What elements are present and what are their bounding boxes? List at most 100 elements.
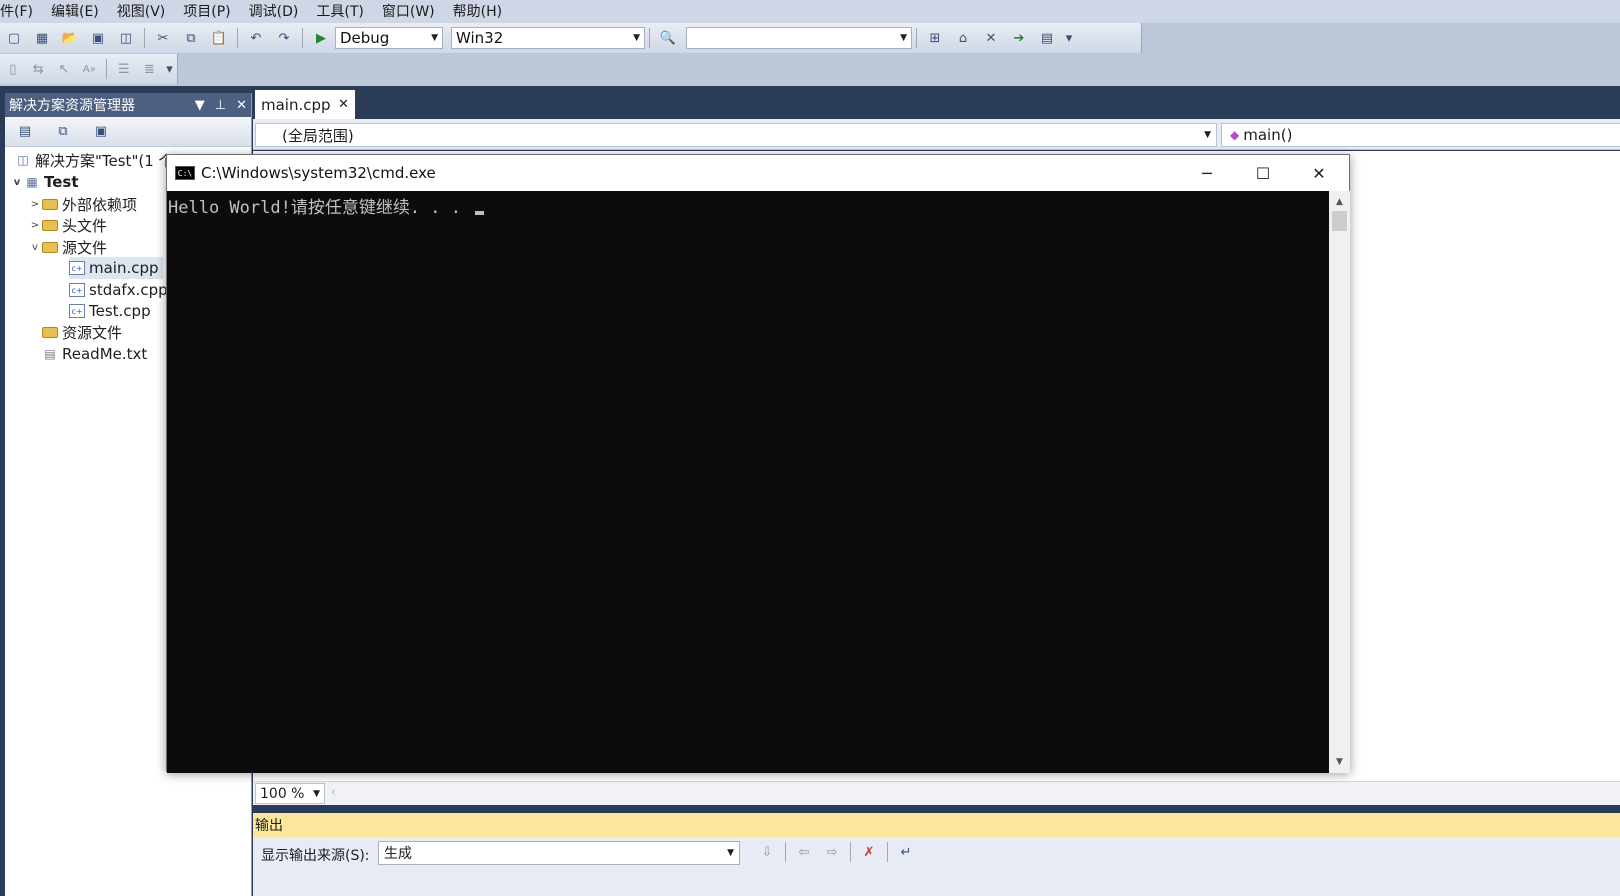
platform-select[interactable]: Win32 ▼ xyxy=(451,27,645,49)
solution-explorer-icon[interactable]: ⊞ xyxy=(924,27,946,49)
expand-icon[interactable]: > xyxy=(28,220,42,231)
editor-tab-strip: main.cpp ✕ xyxy=(253,86,1620,119)
chevron-down-icon: ▼ xyxy=(900,33,907,43)
output-source-select[interactable]: 生成 ▼ xyxy=(378,841,740,865)
zoom-select[interactable]: 100 % ▼ xyxy=(255,783,325,804)
minimize-button[interactable]: ─ xyxy=(1179,155,1235,191)
cpp-file-icon: c+ xyxy=(69,283,85,297)
save-icon[interactable]: ▣ xyxy=(87,27,109,49)
cmd-title-bar[interactable]: C:\ C:\Windows\system32\cmd.exe ─ ☐ ✕ xyxy=(167,155,1349,191)
cut-icon[interactable]: ✂ xyxy=(152,27,174,49)
tree-item-sources[interactable]: v 源文件 xyxy=(28,236,107,258)
navigation-bar: (全局范围) ▼ ◆ main() xyxy=(253,119,1620,150)
comment-icon[interactable]: ≣ xyxy=(140,58,160,80)
display-object-info-icon[interactable]: ▯ xyxy=(3,58,23,80)
add-item-icon[interactable]: ▦ xyxy=(31,27,53,49)
console-line: Hello World!请按任意键继续. . . xyxy=(168,193,485,218)
new-project-icon[interactable]: ▢ xyxy=(3,27,25,49)
tree-item-readme[interactable]: ▤ ReadMe.txt xyxy=(42,343,147,365)
text-file-icon: ▤ xyxy=(44,347,56,361)
refresh-icon[interactable]: ⧉ xyxy=(52,121,74,143)
console-scrollbar[interactable]: ▲ ▼ xyxy=(1329,191,1350,773)
complete-word-icon[interactable]: A» xyxy=(80,58,100,80)
output-toolbar: 显示输出来源(S): 生成 ▼ ⇩ ⇦ ⇨ ✗ ↵ xyxy=(253,837,1620,896)
toolbar-overflow-icon[interactable]: ▾ xyxy=(165,58,174,80)
chevron-down-icon: ▼ xyxy=(313,788,320,799)
properties-icon[interactable]: ▣ xyxy=(90,121,112,143)
find-combo[interactable]: ▼ xyxy=(686,27,912,49)
properties-icon[interactable]: ⌂ xyxy=(952,27,974,49)
tab-label: main.cpp xyxy=(261,95,331,114)
collapse-icon[interactable]: v xyxy=(10,177,24,188)
menu-bar: 件(F) 编辑(E) 视图(V) 项目(P) 调试(D) 工具(T) 窗口(W)… xyxy=(0,0,1620,23)
console-output[interactable]: Hello World!请按任意键继续. . . xyxy=(167,191,1329,773)
tree-item-stdafx-cpp[interactable]: c+ stdafx.cpp xyxy=(69,279,168,301)
menu-view[interactable]: 视图(V) xyxy=(111,1,184,23)
tree-item-main-cpp[interactable]: c+ main.cpp xyxy=(69,257,163,279)
class-view-icon[interactable]: ▤ xyxy=(1036,27,1058,49)
scrollbar-thumb[interactable] xyxy=(1332,211,1347,231)
previous-message-icon[interactable]: ⇦ xyxy=(793,841,815,863)
menu-file[interactable]: 件(F) xyxy=(0,1,51,23)
editor-status-bar: 100 % ▼ ‹ xyxy=(253,781,1620,805)
tree-project[interactable]: v ▦ Test xyxy=(10,171,79,193)
indent-icon[interactable]: ☰ xyxy=(114,58,134,80)
maximize-button[interactable]: ☐ xyxy=(1235,155,1291,191)
pin-icon[interactable]: ⊥ xyxy=(215,98,226,113)
next-message-icon[interactable]: ⇨ xyxy=(821,841,843,863)
quick-info-icon[interactable]: ↖ xyxy=(54,58,74,80)
output-title: 输出 xyxy=(255,818,283,834)
menu-window[interactable]: 窗口(W) xyxy=(376,1,453,23)
clear-all-icon[interactable]: ✗ xyxy=(858,841,880,863)
menu-debug[interactable]: 调试(D) xyxy=(243,1,317,23)
output-panel-header: 输出 xyxy=(253,813,1620,837)
redo-icon[interactable]: ↷ xyxy=(273,27,295,49)
save-all-icon[interactable]: ◫ xyxy=(115,27,137,49)
scroll-down-icon[interactable]: ▼ xyxy=(1329,753,1350,771)
close-icon[interactable]: ✕ xyxy=(338,97,349,112)
text-editor-toolbar: ▯ ⇆ ↖ A» ☰ ≣ ▾ xyxy=(0,54,178,84)
close-icon[interactable]: ✕ xyxy=(236,98,247,113)
find-in-files-icon[interactable]: 🔍 xyxy=(657,27,679,49)
solution-explorer-header: 解决方案资源管理器 ▼ ⊥ ✕ xyxy=(5,93,251,117)
tree-item-resources[interactable]: 资源文件 xyxy=(42,321,122,343)
tree-item-test-cpp[interactable]: c+ Test.cpp xyxy=(69,300,151,322)
member-dropdown[interactable]: ◆ main() xyxy=(1221,123,1620,147)
toolbar-separator xyxy=(237,28,238,48)
goto-next-message-icon[interactable]: ⇩ xyxy=(756,841,778,863)
config-select[interactable]: Debug ▼ xyxy=(335,27,443,49)
toolbar-overflow-icon[interactable]: ▾ xyxy=(1064,27,1074,49)
open-file-icon[interactable]: 📂 xyxy=(59,27,81,49)
close-button[interactable]: ✕ xyxy=(1291,155,1347,191)
menu-help[interactable]: 帮助(H) xyxy=(447,1,520,23)
folder-icon xyxy=(42,198,58,210)
folder-icon xyxy=(42,326,58,338)
collapse-icon[interactable]: v xyxy=(28,242,42,253)
panel-buttons: ▼ ⊥ ✕ xyxy=(195,98,247,113)
tree-item-external-deps[interactable]: > 外部依赖项 xyxy=(28,193,137,215)
output-source-label: 显示输出来源(S): xyxy=(261,848,370,864)
undo-icon[interactable]: ↶ xyxy=(245,27,267,49)
panel-menu-icon[interactable]: ▼ xyxy=(195,98,205,113)
toolbox-icon[interactable]: ✕ xyxy=(980,27,1002,49)
toolbar-separator xyxy=(887,842,888,862)
menu-project[interactable]: 项目(P) xyxy=(177,1,248,23)
scroll-up-icon[interactable]: ▲ xyxy=(1329,193,1350,211)
start-page-icon[interactable]: ➔ xyxy=(1008,27,1030,49)
menu-edit[interactable]: 编辑(E) xyxy=(45,1,117,23)
start-debug-icon[interactable]: ▶ xyxy=(310,27,332,49)
paste-icon[interactable]: 📋 xyxy=(208,27,230,49)
word-wrap-icon[interactable]: ↵ xyxy=(895,841,917,863)
scope-value: (全局范围) xyxy=(282,126,354,145)
solution-icon: ◫ xyxy=(17,153,29,167)
show-all-files-icon[interactable]: ▤ xyxy=(14,121,36,143)
menu-tools[interactable]: 工具(T) xyxy=(310,1,381,23)
chevron-down-icon: ▼ xyxy=(1204,130,1211,140)
expand-icon[interactable]: > xyxy=(28,199,42,210)
tab-main-cpp[interactable]: main.cpp ✕ xyxy=(255,90,355,119)
tree-item-headers[interactable]: > 头文件 xyxy=(28,214,107,236)
scroll-left-icon[interactable]: ‹ xyxy=(331,785,336,799)
scope-dropdown[interactable]: (全局范围) ▼ xyxy=(255,123,1217,147)
copy-icon[interactable]: ⧉ xyxy=(180,27,202,49)
parameter-info-icon[interactable]: ⇆ xyxy=(29,58,49,80)
